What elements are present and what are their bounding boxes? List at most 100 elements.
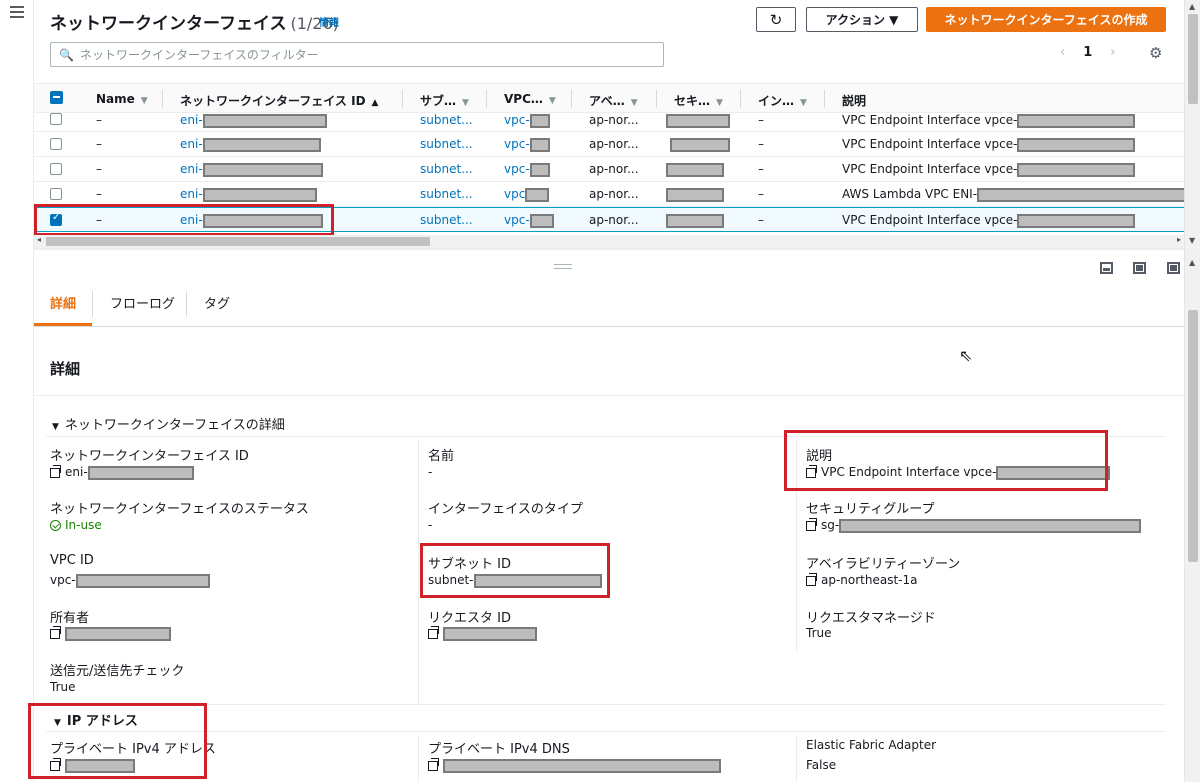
copy-icon[interactable]: [50, 464, 61, 478]
cell-sg[interactable]: [666, 113, 730, 128]
cell-sg[interactable]: [666, 162, 724, 177]
eni-prefix: eni-: [180, 162, 203, 176]
pagination: ‹ 1 ›: [1060, 45, 1115, 60]
col-subnet[interactable]: サブ… ▼: [420, 92, 469, 109]
security-group-value[interactable]: sg-: [806, 517, 1142, 533]
prev-page-icon[interactable]: ‹: [1060, 45, 1065, 60]
col-vpc[interactable]: VPC… ▼: [504, 92, 556, 106]
scroll-thumb[interactable]: [1188, 14, 1198, 104]
refresh-button[interactable]: ↻: [756, 7, 796, 32]
vertical-scrollbar[interactable]: ▲ ▼ ▲: [1184, 0, 1200, 782]
row-checkbox[interactable]: [50, 163, 62, 175]
info-link[interactable]: 情報: [319, 14, 339, 29]
pane-bottom-icon[interactable]: [1100, 262, 1113, 274]
detail-tabs: 詳細 フローログ タグ: [34, 287, 1184, 327]
vpc-id-value[interactable]: vpc-: [50, 573, 210, 588]
scroll-thumb[interactable]: [1188, 310, 1198, 562]
redaction: [525, 187, 550, 202]
tab-flow-logs[interactable]: フローログ: [110, 293, 175, 312]
col-az[interactable]: アベ… ▼: [589, 92, 638, 109]
scroll-right-icon[interactable]: ▸: [1177, 235, 1181, 244]
redaction: [87, 465, 194, 480]
check-circle-icon: [50, 520, 61, 531]
col-vpc-label: VPC…: [504, 92, 543, 106]
col-sg-label: セキ…: [674, 94, 711, 108]
pane-split-icon[interactable]: [1133, 262, 1146, 274]
az-value: ap-northeast-1a: [806, 572, 918, 587]
cell-eni-id[interactable]: eni-: [180, 187, 317, 202]
highlight-box: [34, 204, 334, 236]
copy-icon[interactable]: [806, 517, 817, 531]
cell-name: –: [96, 113, 102, 127]
az-text: ap-northeast-1a: [821, 573, 918, 587]
scroll-up-icon[interactable]: ▲: [1189, 2, 1195, 11]
row-checkbox[interactable]: [50, 138, 62, 150]
tab-details[interactable]: 詳細: [50, 293, 76, 312]
scroll-up-icon[interactable]: ▲: [1189, 258, 1195, 267]
cell-vpc[interactable]: vpc-: [504, 113, 550, 128]
interface-type-value: -: [428, 518, 433, 532]
desc-text: AWS Lambda VPC ENI-: [842, 187, 978, 201]
next-page-icon[interactable]: ›: [1110, 45, 1115, 60]
table-row[interactable]: – eni- subnet... vpc- ap-nor... – VPC En…: [34, 157, 1184, 182]
cell-subnet[interactable]: subnet...: [420, 213, 473, 227]
cell-vpc[interactable]: vpc-: [504, 213, 554, 228]
copy-icon[interactable]: [50, 625, 61, 639]
cell-subnet[interactable]: subnet...: [420, 137, 473, 151]
redaction: [529, 137, 550, 152]
page-number[interactable]: 1: [1083, 45, 1092, 60]
highlight-box: [784, 430, 1108, 491]
gear-icon[interactable]: ⚙: [1149, 44, 1162, 62]
col-az-label: アベ…: [589, 94, 625, 108]
menu-icon[interactable]: [10, 6, 24, 21]
scroll-down-icon[interactable]: ▼: [1189, 236, 1195, 245]
sort-icon: ▼: [548, 96, 556, 106]
table-row[interactable]: – eni- subnet... vpc- ap-nor... – VPC En…: [34, 132, 1184, 157]
redaction: [839, 518, 1142, 533]
tab-tags[interactable]: タグ: [204, 293, 230, 312]
scroll-left-icon[interactable]: ◂: [37, 235, 41, 244]
section-toggle-details[interactable]: ▼ ネットワークインターフェイスの詳細: [52, 414, 285, 433]
redaction: [1017, 162, 1136, 177]
copy-icon[interactable]: [806, 572, 817, 586]
row-checkbox[interactable]: [50, 113, 62, 125]
cell-vpc[interactable]: vpc: [504, 187, 550, 202]
split-divider[interactable]: [34, 248, 1184, 250]
copy-icon[interactable]: [428, 757, 439, 771]
redaction: [202, 187, 317, 202]
col-instance[interactable]: イン… ▼: [758, 92, 807, 109]
cell-vpc[interactable]: vpc-: [504, 162, 550, 177]
select-all-checkbox[interactable]: [50, 91, 63, 104]
desc-text: VPC Endpoint Interface vpce-: [842, 113, 1018, 127]
cell-vpc[interactable]: vpc-: [504, 137, 550, 152]
create-network-interface-button[interactable]: ネットワークインターフェイスの作成: [926, 7, 1166, 32]
cell-subnet[interactable]: subnet...: [420, 113, 473, 127]
row-checkbox[interactable]: [50, 188, 62, 200]
owner-label: 所有者: [50, 611, 90, 626]
actions-dropdown[interactable]: アクション ▼: [806, 7, 918, 32]
col-description[interactable]: 説明: [842, 92, 866, 109]
cell-sg[interactable]: [670, 137, 730, 152]
highlight-box: [28, 703, 207, 779]
cell-eni-id[interactable]: eni-: [180, 162, 323, 177]
cell-subnet[interactable]: subnet...: [420, 187, 473, 201]
horizontal-scrollbar[interactable]: ◂ ▸: [34, 235, 1184, 248]
col-eni-id-label: ネットワークインターフェイス ID: [180, 94, 366, 108]
cell-az: ap-nor...: [589, 162, 639, 176]
cell-sg[interactable]: [666, 213, 724, 228]
sort-icon: ▼: [140, 96, 148, 106]
cell-sg[interactable]: [666, 187, 724, 202]
resize-handle-icon[interactable]: [554, 264, 572, 269]
cell-subnet[interactable]: subnet...: [420, 162, 473, 176]
scroll-thumb[interactable]: [46, 237, 430, 246]
col-sg[interactable]: セキ… ▼: [674, 92, 723, 109]
col-eni-id[interactable]: ネットワークインターフェイス ID ▲: [180, 92, 378, 109]
pane-full-icon[interactable]: [1167, 262, 1180, 274]
table-row[interactable]: – eni- subnet... vpc- ap-nor... – VPC En…: [34, 113, 1184, 132]
cell-eni-id[interactable]: eni-: [180, 113, 327, 128]
redaction: [666, 113, 730, 128]
copy-icon[interactable]: [428, 625, 439, 639]
filter-input[interactable]: 🔍 ネットワークインターフェイスのフィルター: [50, 42, 664, 67]
col-name[interactable]: Name ▼: [96, 92, 148, 106]
cell-eni-id[interactable]: eni-: [180, 137, 321, 152]
